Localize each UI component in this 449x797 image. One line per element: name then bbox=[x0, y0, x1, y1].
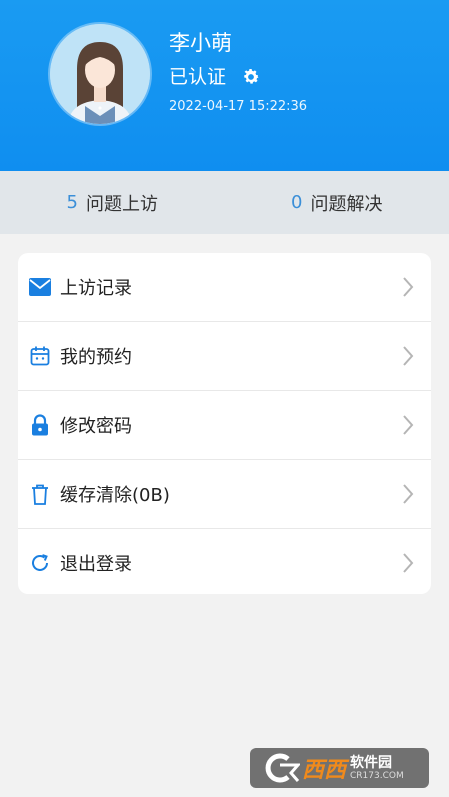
menu-item-change-password[interactable]: 修改密码 bbox=[18, 391, 431, 460]
menu-item-logout[interactable]: 退出登录 bbox=[18, 529, 431, 594]
watermark-logo-icon bbox=[265, 753, 300, 783]
settings-button[interactable] bbox=[240, 66, 262, 88]
menu-item-label: 我的预约 bbox=[60, 347, 132, 368]
chevron-right-icon bbox=[403, 415, 414, 435]
menu-list: 上访记录 我的预约 修改密码 缓存清除(0B) 退出登录 bbox=[18, 253, 431, 594]
avatar[interactable] bbox=[50, 24, 150, 124]
calendar-icon bbox=[29, 345, 51, 367]
watermark-brand: 西西 bbox=[302, 758, 347, 783]
menu-item-label: 退出登录 bbox=[60, 554, 132, 575]
verification-status: 已认证 bbox=[169, 66, 227, 88]
menu-item-petition-records[interactable]: 上访记录 bbox=[18, 253, 431, 322]
user-name: 李小萌 bbox=[169, 31, 232, 55]
menu-item-clear-cache[interactable]: 缓存清除(0B) bbox=[18, 460, 431, 529]
lock-icon bbox=[29, 414, 51, 436]
refresh-icon bbox=[29, 552, 51, 574]
watermark-url: CR173.COM bbox=[350, 770, 404, 781]
watermark-badge: 西西 软件园 CR173.COM bbox=[250, 748, 429, 788]
stat-petitions-label: 问题上访 bbox=[85, 193, 158, 215]
menu-item-my-appointments[interactable]: 我的预约 bbox=[18, 322, 431, 391]
stat-petitions[interactable]: 5 问题上访 bbox=[0, 171, 225, 234]
chevron-right-icon bbox=[403, 484, 414, 504]
menu-item-label: 修改密码 bbox=[60, 416, 132, 437]
gear-icon bbox=[244, 69, 259, 84]
chevron-right-icon bbox=[403, 277, 414, 297]
chevron-right-icon bbox=[403, 346, 414, 366]
stat-petitions-count: 5 bbox=[66, 192, 78, 213]
stat-resolved-label: 问题解决 bbox=[310, 193, 383, 215]
watermark-side: 软件园 CR173.COM bbox=[350, 755, 404, 782]
trash-icon bbox=[29, 483, 51, 505]
verification-row: 已认证 bbox=[169, 64, 262, 90]
chevron-right-icon bbox=[403, 553, 414, 573]
menu-item-label: 上访记录 bbox=[60, 278, 132, 299]
stat-resolved-count: 0 bbox=[291, 192, 303, 213]
stat-resolved[interactable]: 0 问题解决 bbox=[225, 171, 449, 234]
profile-page: 李小萌 已认证 2022-04-17 15:22:36 5 问题上访 0 问题解… bbox=[0, 0, 449, 797]
last-login-time: 2022-04-17 15:22:36 bbox=[169, 99, 308, 114]
envelope-icon bbox=[29, 276, 51, 298]
stats-bar: 5 问题上访 0 问题解决 bbox=[0, 171, 449, 234]
profile-header: 李小萌 已认证 2022-04-17 15:22:36 bbox=[0, 0, 449, 171]
watermark-name: 软件园 bbox=[350, 754, 393, 771]
avatar-illustration bbox=[50, 24, 150, 124]
menu-item-label: 缓存清除(0B) bbox=[60, 485, 170, 506]
